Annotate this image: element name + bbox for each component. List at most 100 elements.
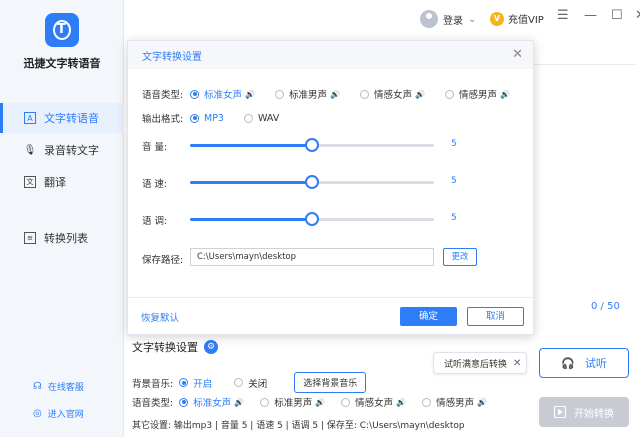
speed-label: 语 速:: [142, 179, 168, 190]
bgm-on-radio[interactable]: [179, 378, 189, 387]
listen-button[interactable]: 🎧 试听: [539, 348, 629, 378]
voice-option-emotional-female[interactable]: 情感女声 🔊: [359, 87, 425, 101]
pitch-slider[interactable]: [190, 212, 434, 226]
sidebar-item-translate[interactable]: 文 翻译: [0, 167, 124, 197]
bgm-on-label: 开启: [193, 378, 213, 390]
online-support-link[interactable]: ☊ 在线客服: [33, 380, 84, 393]
settings-title: 文字转换设置 ⚙: [132, 339, 218, 355]
option-label: 情感男声: [458, 90, 497, 101]
reset-default-link[interactable]: 恢复默认: [141, 310, 179, 324]
option-label: 标准男声: [288, 90, 327, 101]
save-path-label: 保存路径:: [142, 255, 184, 266]
website-link[interactable]: ◎ 进入官网: [33, 407, 84, 420]
volume-label: 音 量:: [142, 142, 168, 153]
radio-emotional-male[interactable]: [444, 89, 454, 99]
speaker-icon[interactable]: 🔊: [396, 398, 406, 407]
voice-type-row: 语音类型: 标准女声 🔊 标准男声 🔊 情感女声 🔊 情感男声 🔊: [142, 87, 510, 101]
online-support-label: 在线客服: [47, 383, 84, 393]
speaker-icon[interactable]: 🔊: [315, 398, 325, 407]
text-to-speech-icon: A: [24, 112, 36, 124]
globe-icon: ◎: [33, 408, 42, 419]
voice-label-emotional-female: 情感女声: [355, 398, 394, 409]
save-path-field[interactable]: C:\Users\mayn\desktop: [190, 248, 434, 266]
sidebar-item-speech-to-text[interactable]: 🎙 录音转文字: [0, 135, 124, 165]
option-label: MP3: [204, 112, 224, 124]
listen-label: 试听: [584, 357, 607, 370]
radio-wav[interactable]: [243, 113, 253, 123]
volume-slider[interactable]: [190, 138, 434, 152]
avatar: [420, 10, 438, 28]
speaker-icon[interactable]: 🔊: [500, 90, 510, 99]
cancel-button[interactable]: 取消: [467, 307, 524, 326]
vip-button[interactable]: V 充值VIP: [490, 11, 544, 26]
voice-radio-emotional-female[interactable]: [341, 397, 351, 407]
close-icon[interactable]: ✕: [635, 8, 640, 23]
speaker-icon[interactable]: 🔊: [477, 398, 487, 407]
radio-mp3[interactable]: [190, 113, 199, 123]
voice-option-standard-female[interactable]: 标准女声 🔊: [190, 87, 255, 101]
minimize-icon[interactable]: —: [584, 8, 597, 23]
option-label: WAV: [257, 112, 280, 124]
headset-icon: ☊: [33, 381, 42, 392]
radio-emotional-female[interactable]: [359, 89, 369, 99]
format-option-mp3[interactable]: MP3: [190, 113, 224, 124]
listen-tip-text: 试听满意后转换: [444, 359, 508, 370]
volume-slider-handle[interactable]: [305, 138, 319, 152]
sidebar-item-text-to-speech[interactable]: A 文字转语音: [0, 103, 124, 133]
speaker-icon[interactable]: 🔊: [330, 90, 340, 99]
start-convert-button[interactable]: 开始转换: [539, 397, 629, 427]
speaker-icon[interactable]: 🔊: [245, 90, 255, 99]
menu-icon[interactable]: ☰: [557, 8, 569, 23]
vip-label: 充值VIP: [508, 15, 544, 26]
dialog-header: 文字转换设置 ✕: [128, 41, 533, 69]
radio-standard-female[interactable]: [190, 89, 199, 99]
list-icon: ≡: [24, 232, 36, 244]
voice-label: 语音类型:: [132, 398, 174, 409]
pitch-value: 5: [451, 213, 457, 223]
voice-radio-emotional-male[interactable]: [422, 397, 432, 407]
bgm-off-radio[interactable]: [234, 378, 244, 387]
confirm-button[interactable]: 确定: [400, 307, 457, 326]
change-path-button[interactable]: 更改: [443, 248, 477, 266]
speed-slider[interactable]: [190, 175, 434, 189]
sidebar-item-label: 录音转文字: [44, 144, 99, 157]
speed-slider-fill: [190, 181, 312, 184]
voice-label-standard-female: 标准女声: [193, 398, 232, 409]
pitch-slider-handle[interactable]: [305, 212, 319, 226]
select-bgm-button[interactable]: 选择背景音乐: [294, 372, 367, 393]
speed-slider-handle[interactable]: [305, 175, 319, 189]
option-label: 标准女声: [204, 90, 243, 101]
login-button[interactable]: 登录 ⌄: [420, 10, 476, 28]
sidebar-item-label: 转换列表: [44, 232, 88, 245]
microphone-icon: 🎙: [23, 144, 37, 156]
voice-option-emotional-male[interactable]: 情感男声 🔊: [444, 87, 510, 101]
app-name: 迅捷文字转语音: [23, 57, 101, 70]
close-icon[interactable]: ✕: [512, 47, 523, 62]
login-label: 登录: [443, 15, 463, 27]
speaker-icon[interactable]: 🔊: [415, 90, 425, 99]
voice-option-standard-male[interactable]: 标准男声 🔊: [274, 87, 340, 101]
voice-radio-standard-female[interactable]: [179, 397, 189, 407]
translate-icon: 文: [24, 176, 36, 188]
play-icon: [554, 406, 566, 418]
output-format-label: 输出格式:: [142, 114, 184, 125]
bgm-label: 背景音乐:: [132, 378, 174, 390]
volume-value: 5: [451, 139, 457, 149]
voice-type-label: 语音类型:: [142, 90, 184, 101]
voice-radio-standard-male[interactable]: [260, 397, 270, 407]
speaker-icon[interactable]: 🔊: [234, 398, 244, 407]
sidebar: T 迅捷文字转语音 A 文字转语音 🎙 录音转文字 文 翻译 ≡ 转换列表 ☊ …: [0, 0, 124, 437]
gear-icon[interactable]: ⚙: [204, 340, 218, 354]
chevron-down-icon: ⌄: [468, 13, 477, 25]
maximize-icon[interactable]: ☐: [611, 8, 623, 23]
speed-value: 5: [451, 176, 457, 186]
headphones-icon: 🎧: [561, 356, 575, 370]
radio-standard-male[interactable]: [274, 89, 284, 99]
voice-label-emotional-male: 情感男声: [436, 398, 475, 409]
text-input-panel[interactable]: [533, 64, 635, 322]
close-icon[interactable]: ✕: [513, 358, 521, 369]
sidebar-item-conversion-list[interactable]: ≡ 转换列表: [0, 223, 124, 253]
volume-slider-fill: [190, 144, 312, 147]
app-logo-icon: T: [45, 13, 79, 47]
format-option-wav[interactable]: WAV: [243, 112, 280, 124]
